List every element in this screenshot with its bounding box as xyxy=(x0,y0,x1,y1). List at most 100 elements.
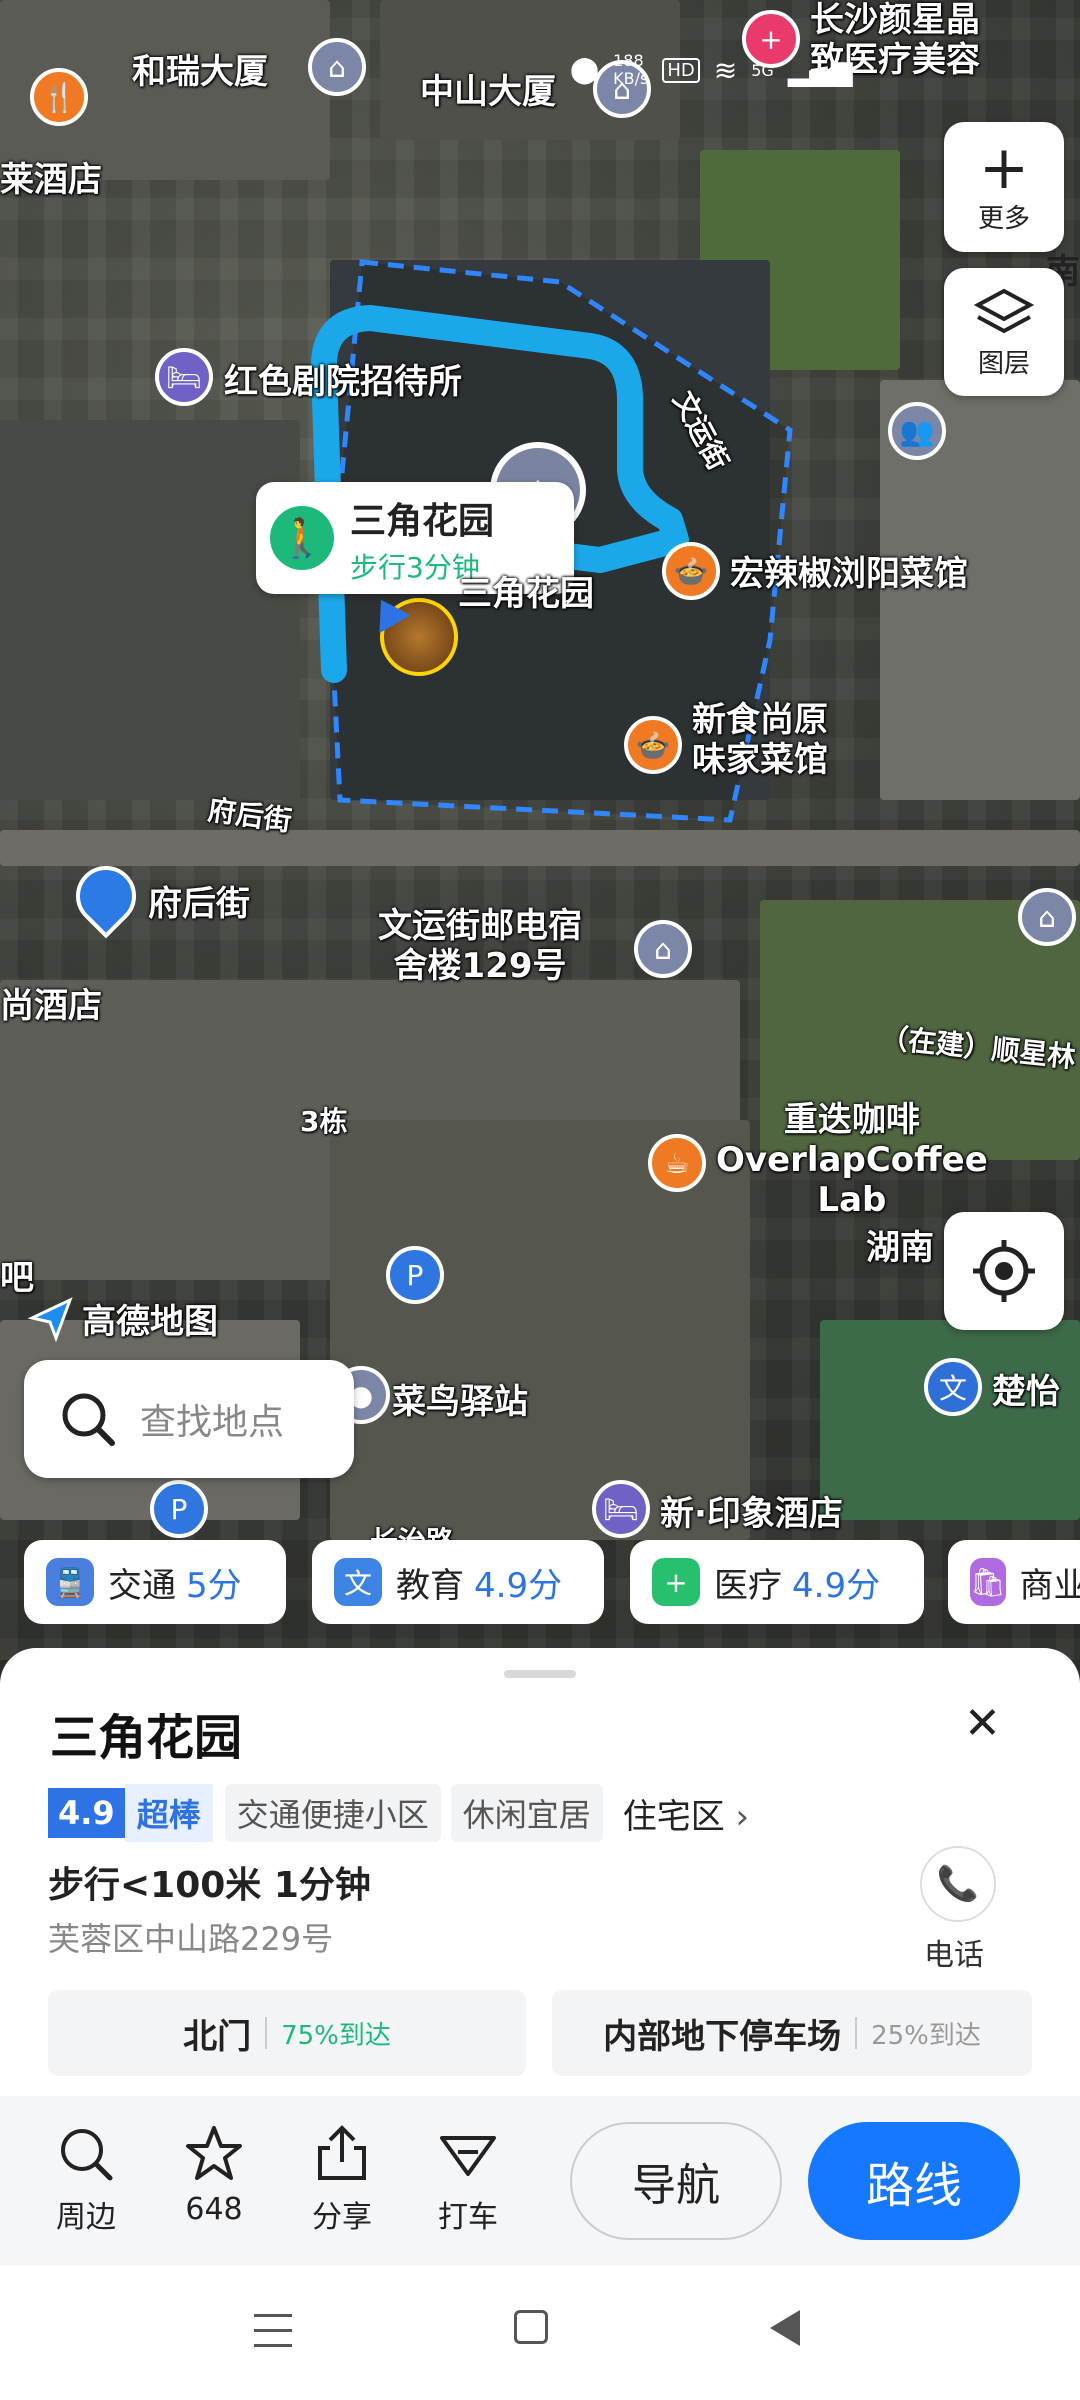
search-icon xyxy=(62,1393,115,1446)
chip-label: 商业 xyxy=(1019,1565,1080,1606)
taxi-button[interactable]: 打车 xyxy=(418,2124,518,2236)
map-label[interactable]: 中山大厦 xyxy=(420,64,556,113)
layers-icon xyxy=(974,288,1034,333)
walk-icon: 🚶 xyxy=(270,506,334,570)
chip-label: 交通 xyxy=(108,1565,176,1606)
rating-word: 超棒 xyxy=(124,1784,213,1842)
drag-handle[interactable] xyxy=(504,1670,576,1678)
map-label[interactable]: 楚怡 xyxy=(992,1364,1060,1413)
more-button[interactable]: + 更多 xyxy=(944,122,1064,252)
map-label[interactable]: 尚酒店 xyxy=(0,978,102,1027)
signal-icon: ▂▄▆ xyxy=(787,53,853,87)
layers-button[interactable]: 图层 xyxy=(944,268,1064,396)
search-placeholder: 查找地点 xyxy=(140,1402,285,1443)
status-bar: ⬤ 188 KB/s HD ≋ 5G ▂▄▆ xyxy=(570,52,852,88)
back-icon[interactable] xyxy=(770,2310,800,2346)
chip-traffic[interactable]: 🚆 交通 5分 xyxy=(24,1540,286,1624)
cafe-poi-icon[interactable]: ☕ xyxy=(648,1134,706,1192)
chip-label: 教育 xyxy=(396,1565,464,1606)
chip-medical[interactable]: + 医疗 4.9分 xyxy=(630,1540,924,1624)
residential-poi-icon[interactable]: ⌂ xyxy=(634,920,692,978)
star-icon xyxy=(186,2126,242,2180)
search-input[interactable]: 查找地点 xyxy=(24,1360,354,1478)
map-label[interactable]: 新食尚原 味家菜馆 xyxy=(692,700,828,780)
restaurant-poi-icon[interactable]: 🍴 xyxy=(30,68,88,126)
navigate-button[interactable]: 导航 xyxy=(570,2122,782,2240)
residential-poi-icon[interactable]: ⌂ xyxy=(1018,888,1076,946)
place-title: 三角花园 xyxy=(50,1710,243,1766)
tags-row: 4.9 超棒 交通便捷小区 休闲宜居 住宅区 › xyxy=(48,1784,749,1842)
category-label: 住宅区 xyxy=(622,1796,725,1837)
amap-logo-text: 高德地图 xyxy=(82,1302,218,1342)
entrance-name: 内部地下停车场 xyxy=(603,2016,842,2057)
close-icon[interactable]: ✕ xyxy=(964,1698,1001,1749)
map-label[interactable]: 莱酒店 xyxy=(0,152,102,201)
map-label[interactable]: 宏辣椒浏阳菜馆 xyxy=(730,546,968,595)
category-link[interactable]: 住宅区 › xyxy=(623,1789,749,1838)
chip-label: 医疗 xyxy=(714,1565,782,1606)
map-label[interactable]: 菜鸟驿站 xyxy=(392,1374,528,1423)
map-label[interactable]: 文运街邮电宿 舍楼129号 xyxy=(378,906,582,986)
system-nav-bar xyxy=(0,2266,1080,2400)
rating-score: 4.9 xyxy=(48,1788,125,1838)
locate-me-button[interactable] xyxy=(944,1212,1064,1330)
phone-icon[interactable]: 📞 xyxy=(920,1846,996,1922)
chip-commerce[interactable]: 🛍 商业 xyxy=(948,1540,1080,1624)
entrance-pct: 75%到达 xyxy=(281,2020,391,2051)
map-label[interactable]: 三角花园 xyxy=(458,566,594,615)
entrance-parking[interactable]: 内部地下停车场 25%到达 xyxy=(552,1990,1032,2076)
map-label[interactable]: 湖南 xyxy=(866,1220,934,1269)
route-button[interactable]: 路线 xyxy=(808,2122,1020,2240)
share-icon xyxy=(318,2125,366,2180)
walk-distance: 步行<100米 1分钟 xyxy=(48,1865,371,1906)
hotel-poi-icon[interactable]: 🛏 xyxy=(155,348,213,406)
map-label[interactable]: 府后街 xyxy=(148,876,250,925)
transit-icon: 🚆 xyxy=(46,1558,94,1606)
wifi-icon: ≋ xyxy=(713,53,738,87)
chip-score: 4.9分 xyxy=(792,1565,881,1606)
more-label: 更多 xyxy=(977,203,1030,234)
map-label[interactable]: 新·印象酒店 xyxy=(660,1486,843,1535)
parking-poi-icon[interactable]: P xyxy=(150,1480,208,1538)
share-label: 分享 xyxy=(312,2200,372,2235)
nearby-button[interactable]: 周边 xyxy=(36,2124,136,2236)
parking-poi-icon[interactable]: P xyxy=(386,1246,444,1304)
chevron-right-icon: › xyxy=(724,1796,750,1837)
chip-score: 5分 xyxy=(186,1565,242,1606)
map-label[interactable]: 红色剧院招待所 xyxy=(224,354,462,403)
search-icon xyxy=(61,2129,113,2181)
map-label[interactable]: 和瑞大厦 xyxy=(132,44,268,93)
map-label[interactable]: 吧 xyxy=(0,1250,34,1299)
home-icon[interactable] xyxy=(514,2310,548,2344)
menu-icon[interactable] xyxy=(254,2310,292,2347)
callout-title: 三角花园 xyxy=(350,501,495,542)
location-status-icon: ⬤ xyxy=(570,55,600,85)
residential-poi-icon[interactable]: ⌂ xyxy=(308,38,366,96)
restroom-poi-icon[interactable]: 👥 xyxy=(888,402,946,460)
entrance-pct: 25%到达 xyxy=(871,2020,981,2051)
favorite-button[interactable]: 648 xyxy=(164,2124,264,2227)
hotel-poi-icon[interactable]: 🛏 xyxy=(592,1480,650,1538)
map-label[interactable]: 3栋 xyxy=(300,1100,347,1140)
address: 芙蓉区中山路229号 xyxy=(48,1920,334,1958)
medical-icon: + xyxy=(652,1558,700,1606)
map-label[interactable]: 重迭咖啡 OverlapCoffee Lab xyxy=(716,1100,988,1220)
net-speed: 188 KB/s xyxy=(613,51,649,88)
school-poi-icon[interactable]: 文 xyxy=(924,1358,982,1416)
restaurant-poi-icon[interactable]: 🍲 xyxy=(624,716,682,774)
entrance-north-gate[interactable]: 北门 75%到达 xyxy=(48,1990,526,2076)
shopping-icon: 🛍 xyxy=(970,1558,1006,1606)
entrance-name: 北门 xyxy=(183,2016,252,2057)
education-icon: 文 xyxy=(334,1558,382,1606)
tag: 交通便捷小区 xyxy=(224,1784,441,1842)
locate-icon xyxy=(973,1240,1035,1302)
chip-education[interactable]: 文 教育 4.9分 xyxy=(312,1540,604,1624)
amap-logo-icon xyxy=(28,1296,73,1342)
share-button[interactable]: 分享 xyxy=(292,2124,392,2236)
phone-label[interactable]: 电话 xyxy=(924,1930,984,1974)
favorites-count: 648 xyxy=(185,2192,243,2227)
hd-badge: HD xyxy=(662,57,700,83)
divider xyxy=(855,2017,858,2049)
divider xyxy=(265,2017,268,2049)
restaurant-poi-icon[interactable]: 🍲 xyxy=(662,542,720,600)
